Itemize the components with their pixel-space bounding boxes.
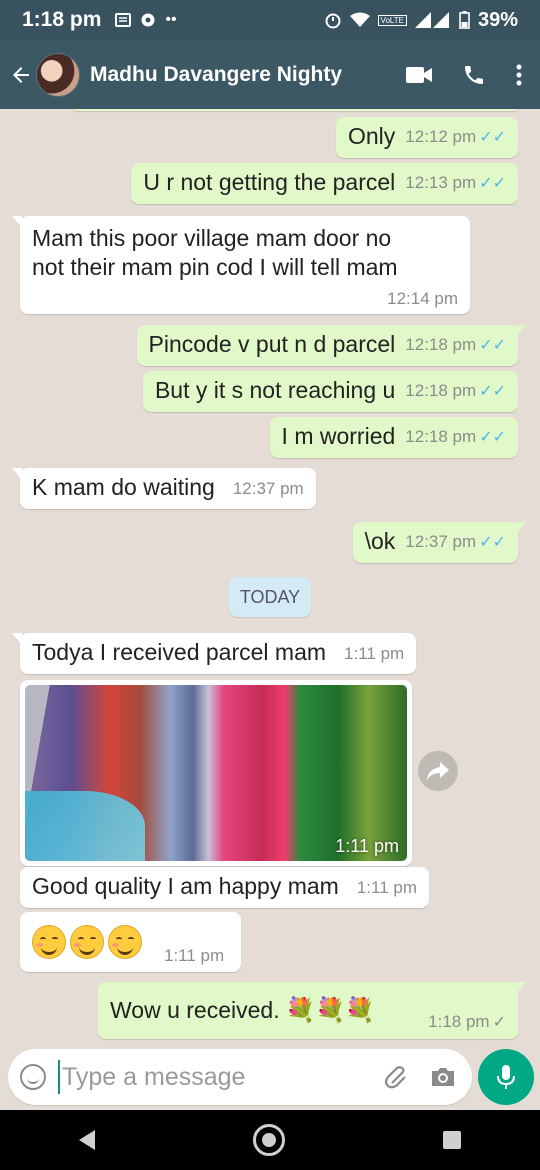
emoji-row: [32, 925, 146, 959]
forward-icon: [427, 762, 449, 780]
message-bubble-incoming[interactable]: Good quality I am happy mam 1:11 pm: [20, 867, 429, 908]
text-caret: [58, 1060, 60, 1094]
read-receipt-icon: ✓✓: [479, 429, 506, 446]
message-bubble-outgoing[interactable]: Wow u received. 💐💐💐 1:18 pm ✓: [98, 982, 526, 1039]
message-bubble-outgoing[interactable]: Only 12:12 pm ✓✓: [336, 117, 518, 158]
read-receipt-icon: ✓✓: [479, 383, 506, 400]
app-notification-icon: [141, 13, 155, 27]
notification-icon: [115, 13, 132, 27]
contact-name[interactable]: Madhu Davangere Nighty: [90, 63, 342, 87]
emoji-picker-icon[interactable]: [20, 1064, 46, 1090]
status-time: 1:18 pm: [22, 8, 102, 31]
message-input-container: [8, 1049, 472, 1105]
back-arrow-icon[interactable]: [6, 60, 36, 90]
message-input[interactable]: [62, 1062, 362, 1092]
photo-timestamp: 1:11 pm: [335, 836, 399, 856]
alarm-icon: [325, 13, 341, 29]
read-receipt-icon: ✓✓: [479, 129, 506, 146]
message-bubble-incoming[interactable]: Mam this poor village mam door no not th…: [12, 216, 470, 314]
image-message[interactable]: 1:11 pm: [20, 680, 412, 866]
message-bubble-incoming[interactable]: 1:11 pm: [20, 912, 241, 972]
system-nav-bar: [0, 1110, 540, 1170]
message-bubble-outgoing[interactable]: But y it s not reaching u 12:18 pm ✓✓: [142, 371, 518, 412]
read-receipt-icon: ✓✓: [479, 337, 506, 354]
nav-back-icon[interactable]: [79, 1130, 95, 1150]
message-bubble-incoming[interactable]: K mam do waiting 12:37 pm: [12, 468, 316, 509]
smiling-face-emoji-icon: [32, 925, 66, 959]
message-bubble-incoming[interactable]: Todya I received parcel mam 1:11 pm: [12, 633, 417, 674]
message-bubble-outgoing[interactable]: I m worried 12:18 pm ✓✓: [269, 417, 518, 458]
smiling-face-emoji-icon: [108, 925, 142, 959]
message-bubble-outgoing[interactable]: U r not getting the parcel 12:13 pm ✓✓: [131, 163, 518, 204]
smiling-face-emoji-icon: [70, 925, 104, 959]
voice-record-button[interactable]: [478, 1049, 534, 1105]
attachment-icon[interactable]: [384, 1064, 410, 1090]
chat-header: Madhu Davangere Nighty: [0, 40, 540, 109]
nav-home-icon[interactable]: [253, 1124, 285, 1156]
contact-avatar[interactable]: [36, 52, 80, 97]
wifi-icon: [349, 12, 370, 27]
message-bubble-outgoing[interactable]: \ok 12:37 pm ✓✓: [352, 522, 526, 563]
battery-icon: [459, 11, 470, 29]
voice-call-icon[interactable]: [462, 63, 486, 87]
battery-percent: 39%: [477, 8, 518, 31]
read-receipt-icon: ✓✓: [479, 175, 506, 192]
forward-button[interactable]: [418, 751, 458, 791]
sent-tick-icon: ✓: [492, 1014, 506, 1031]
status-bar: 1:18 pm •• VoLTE 39%: [0, 0, 540, 40]
date-divider: TODAY: [229, 577, 311, 617]
microphone-icon: [497, 1065, 515, 1089]
message-bubble-outgoing[interactable]: Pincode v put n d parcel 12:18 pm ✓✓: [136, 325, 526, 366]
photo-thumbnail[interactable]: 1:11 pm: [25, 685, 407, 861]
more-options-icon[interactable]: [516, 64, 522, 86]
video-call-icon[interactable]: [406, 66, 432, 84]
composer-bar: [0, 1049, 540, 1109]
read-receipt-icon: ✓✓: [479, 534, 506, 551]
volte-badge: VoLTE: [377, 14, 407, 26]
bouquet-emoji-icon: 💐💐💐: [285, 996, 376, 1024]
more-notifications-icon: ••: [165, 11, 177, 28]
signal-icon: [414, 12, 449, 28]
message-bubble-outgoing[interactable]: [73, 109, 517, 111]
nav-recents-icon[interactable]: [443, 1131, 461, 1149]
chat-area[interactable]: Only 12:12 pm ✓✓ U r not getting the parce…: [0, 109, 540, 1049]
camera-icon[interactable]: [430, 1066, 456, 1088]
